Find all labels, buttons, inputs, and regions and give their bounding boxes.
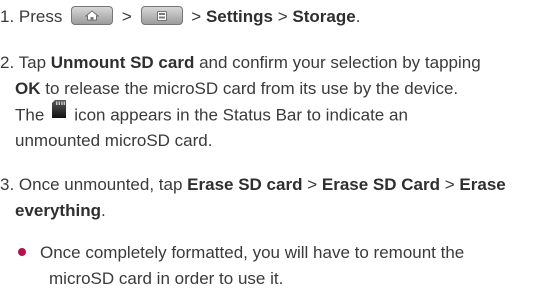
note-line-1: Once completely formatted, you will have… (18, 240, 537, 266)
step-2-line-4: unmounted microSD card. (0, 128, 537, 154)
step-3-line-2: everything. (0, 198, 537, 224)
step-2: 2. Tap Unmount SD card and confirm your … (0, 50, 537, 154)
step-number: 1. (0, 7, 15, 26)
erase-sd-label: Erase SD card (187, 175, 303, 194)
separator: > (121, 7, 132, 26)
period: . (100, 201, 106, 220)
step-number: 3. (0, 175, 15, 194)
separator: > (277, 7, 288, 26)
step-text: to release the microSD card from its use… (45, 79, 459, 98)
note-bullet: Once completely formatted, you will have… (18, 240, 537, 292)
note-text: Once completely formatted, you will have… (40, 243, 465, 262)
separator: > (307, 175, 318, 194)
settings-label: Settings (205, 7, 273, 26)
separator: > (444, 175, 455, 194)
step-text: Press (18, 7, 63, 26)
note-line-2: microSD card in order to use it. (18, 266, 537, 292)
erase-sd-card-label: Erase SD Card (321, 175, 440, 194)
unmount-sd-label: Unmount SD card (50, 53, 195, 72)
step-text: icon appears in the Status Bar to indica… (74, 105, 408, 125)
step-text: Tap (18, 53, 47, 72)
step-3-line-1: 3. Once unmounted, tap Erase SD card > E… (0, 172, 537, 198)
step-text: The (15, 105, 45, 125)
step-2-line-3: The icon appears in the Status Bar to in… (0, 99, 537, 128)
step-3: 3. Once unmounted, tap Erase SD card > E… (0, 172, 537, 224)
step-number: 2. (0, 53, 15, 72)
step-text: Once unmounted, tap (18, 175, 183, 194)
step-2-line-2: OK to release the microSD card from its … (0, 76, 537, 102)
note-text: microSD card in order to use it. (49, 269, 284, 288)
home-key-icon (71, 6, 114, 26)
menu-key-icon (140, 6, 183, 26)
step-1-line: 1. Press > > Settings > Storage. (0, 4, 537, 30)
step-text: and confirm your selection by tapping (199, 53, 481, 72)
bullet-icon (18, 247, 26, 256)
step-1: 1. Press > > Settings > Storage. (0, 4, 537, 30)
everything-label: everything (15, 201, 101, 220)
storage-label: Storage (292, 7, 356, 26)
ok-label: OK (15, 79, 41, 98)
step-text: unmounted microSD card. (15, 131, 213, 150)
sd-card-icon (50, 99, 68, 127)
separator: > (191, 7, 202, 26)
period: . (355, 7, 361, 26)
erase-label: Erase (459, 175, 506, 194)
step-2-line-1: 2. Tap Unmount SD card and confirm your … (0, 50, 537, 76)
